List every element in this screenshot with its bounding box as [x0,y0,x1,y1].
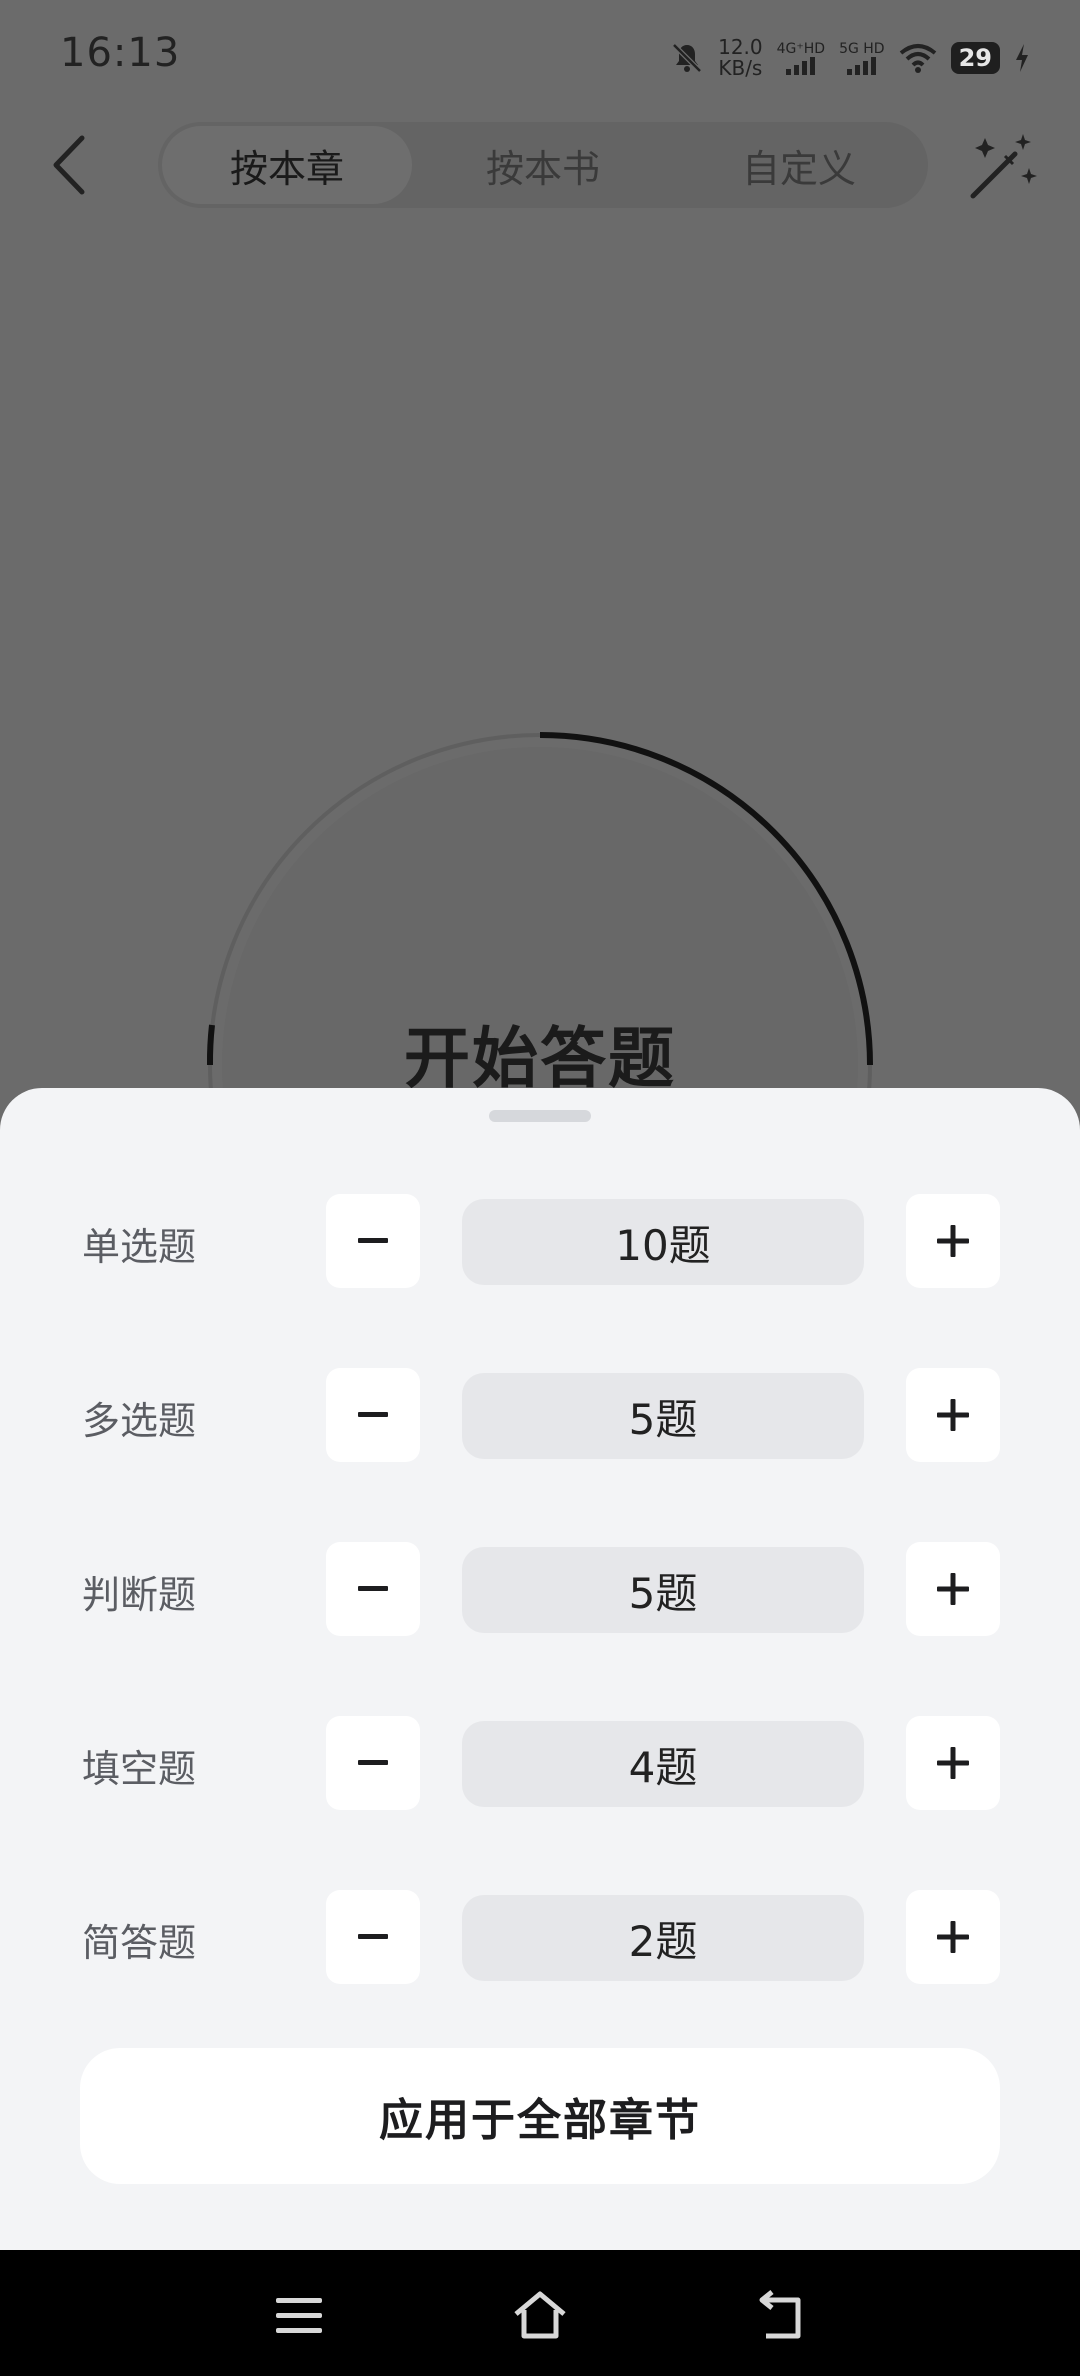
status-bar: 16:13 12.0 KB/s 4G⁺HD 5G HD 29 [0,0,1080,120]
question-row-fill-blank: 填空题 4题 [0,1716,1080,1810]
tab-segment: 按本章 按本书 自定义 [158,122,928,208]
tab-custom[interactable]: 自定义 [674,126,924,204]
increase-button[interactable] [906,1542,1000,1636]
decrease-button[interactable] [326,1716,420,1810]
back-button[interactable] [44,132,94,198]
question-settings-sheet: 单选题 10题 多选题 5题 判断题 5题 填空题 4题 简答题 2题 应用于全… [0,1088,1080,2250]
question-row-true-false: 判断题 5题 [0,1542,1080,1636]
minus-icon [358,1238,388,1243]
magic-wand-icon [970,134,1037,199]
signal-bars-icon [786,57,816,75]
menu-icon [276,2298,322,2333]
question-count[interactable]: 5题 [462,1547,864,1633]
question-type-label: 简答题 [82,1921,197,1965]
minus-icon [358,1934,388,1939]
question-count[interactable]: 2题 [462,1895,864,1981]
sim1-signal: 4G⁺HD [777,41,825,75]
decrease-button[interactable] [326,1368,420,1462]
net-speed-value: 12.0 [718,35,763,59]
sim2-label: 5G HD [839,41,885,57]
charging-icon [1016,44,1028,72]
question-count[interactable]: 4题 [462,1721,864,1807]
status-time: 16:13 [60,30,181,76]
start-answer-title[interactable]: 开始答题 [0,1005,1080,1101]
magic-button[interactable] [965,132,1041,204]
question-count[interactable]: 5题 [462,1373,864,1459]
question-type-label: 填空题 [82,1747,197,1791]
system-back-icon [759,2290,801,2339]
net-speed: 12.0 KB/s [718,37,763,79]
mute-bell-icon [672,43,702,73]
increase-button[interactable] [906,1368,1000,1462]
tab-chapter[interactable]: 按本章 [162,126,412,204]
increase-button[interactable] [906,1890,1000,1984]
menu-button[interactable] [272,2288,328,2344]
question-type-label: 判断题 [82,1573,197,1617]
increase-button[interactable] [906,1194,1000,1288]
battery-level: 29 [950,42,1000,74]
sim1-label: 4G⁺HD [776,41,826,57]
minus-icon [358,1586,388,1591]
question-count[interactable]: 10题 [462,1199,864,1285]
sim2-signal: 5G HD [839,41,885,75]
home-button[interactable] [512,2288,568,2344]
question-row-multiple-choice: 多选题 5题 [0,1368,1080,1462]
tab-book[interactable]: 按本书 [418,126,668,204]
home-icon [514,2291,566,2339]
plus-icon [937,1573,969,1605]
net-speed-unit: KB/s [718,56,763,80]
question-row-single-choice: 单选题 10题 [0,1194,1080,1288]
question-type-label: 单选题 [82,1225,197,1269]
decrease-button[interactable] [326,1194,420,1288]
wifi-icon [899,44,936,73]
plus-icon [937,1399,969,1431]
minus-icon [358,1412,388,1417]
decrease-button[interactable] [326,1890,420,1984]
status-icons: 12.0 KB/s 4G⁺HD 5G HD 29 [670,34,1030,82]
plus-icon [937,1921,969,1953]
top-nav: 按本章 按本书 自定义 [0,120,1080,210]
plus-icon [937,1225,969,1257]
sheet-handle[interactable] [489,1110,591,1122]
apply-all-chapters-button[interactable]: 应用于全部章节 [80,2048,1000,2184]
system-back-button[interactable] [752,2288,808,2344]
system-nav-bar [0,2250,1080,2376]
decrease-button[interactable] [326,1542,420,1636]
question-row-short-answer: 简答题 2题 [0,1890,1080,1984]
plus-icon [937,1747,969,1779]
increase-button[interactable] [906,1716,1000,1810]
chevron-left-icon [53,135,85,195]
minus-icon [358,1760,388,1765]
start-area: 开始答题 [0,700,1080,1225]
signal-bars-icon [847,57,877,75]
question-type-label: 多选题 [82,1399,197,1443]
